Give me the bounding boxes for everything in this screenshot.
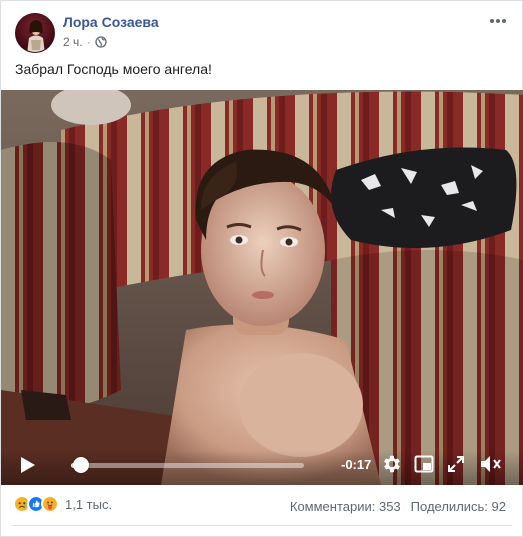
post-meta: 2 ч. ·	[63, 35, 107, 49]
author-name[interactable]: Лора Созаева	[63, 14, 159, 30]
globe-icon[interactable]	[94, 36, 107, 48]
post-header: Лора Созаева 2 ч. ·	[1, 1, 522, 59]
post-card: Лора Созаева 2 ч. · Забрал Господь моего…	[0, 0, 523, 537]
play-icon[interactable]	[16, 454, 38, 476]
more-options-icon[interactable]	[488, 11, 508, 31]
progress-scrubber[interactable]	[73, 457, 89, 473]
video-frame	[1, 90, 523, 485]
video-player[interactable]: -0:17	[1, 90, 523, 485]
muted-volume-icon[interactable]	[479, 453, 503, 475]
fullscreen-icon[interactable]	[446, 454, 466, 474]
avatar[interactable]	[15, 13, 55, 53]
meta-separator: ·	[86, 35, 91, 49]
care-reaction-icon	[41, 495, 59, 513]
post-text: Забрал Господь моего ангела!	[15, 61, 212, 77]
avatar-photo	[27, 20, 45, 52]
post-footer: 1,1 тыс. Комментарии: 353 Поделились: 92	[1, 487, 522, 527]
engagement-stats: Комментарии: 353 Поделились: 92	[290, 499, 506, 514]
reactions-summary[interactable]: 1,1 тыс.	[13, 495, 112, 513]
reaction-count[interactable]: 1,1 тыс.	[65, 497, 112, 512]
picture-in-picture-icon[interactable]	[414, 454, 434, 474]
gear-icon[interactable]	[381, 453, 403, 475]
video-controls: -0:17	[1, 450, 523, 485]
post-timestamp[interactable]: 2 ч.	[63, 35, 83, 49]
comments-count[interactable]: Комментарии: 353	[290, 499, 401, 514]
shares-count[interactable]: Поделились: 92	[411, 499, 506, 514]
progress-track[interactable]	[71, 463, 304, 468]
time-remaining: -0:17	[341, 457, 372, 472]
footer-divider	[13, 525, 512, 526]
